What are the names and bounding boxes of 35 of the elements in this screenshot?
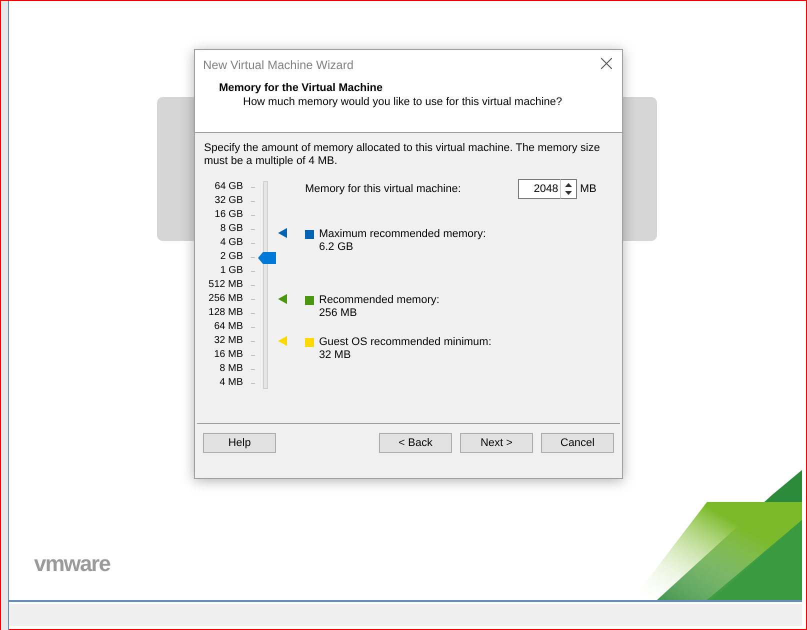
scale-label: 2 GB <box>219 251 243 263</box>
dialog-button[interactable]: Next > <box>460 433 533 453</box>
scale-label: 8 MB <box>218 363 243 375</box>
scale-label: 16 GB <box>214 209 243 221</box>
scale-label: 64 GB <box>214 181 243 193</box>
scale-label: 32 GB <box>214 195 243 207</box>
scale-label: 32 MB <box>213 335 243 347</box>
legend-value: 256 MB <box>319 306 358 320</box>
dialog-button[interactable]: < Back <box>379 433 452 453</box>
legend-value: 32 MB <box>319 349 352 362</box>
memory-label: Memory for this virtual machine: <box>305 182 461 197</box>
dialog-button[interactable]: Help <box>203 433 276 453</box>
close-icon[interactable] <box>601 58 612 69</box>
legend-label: Maximum recommended memory: <box>319 228 486 242</box>
scale-label: 1 GB <box>219 265 243 277</box>
scale-label: 16 MB <box>213 349 243 361</box>
scale-label: 128 MB <box>208 307 243 319</box>
unit-label: MB <box>580 182 598 197</box>
memory-field[interactable]: 2048 <box>518 179 560 199</box>
scale-label: 64 MB <box>213 321 243 333</box>
page-subheading: How much memory would you like to use for this virtual machine? <box>242 95 564 109</box>
description-text: Specify the amount of memory allocated to this virtual machine. The memory size must be a multiple of 4 MB. <box>203 141 601 168</box>
window-title: New Virtual Machine Wizard <box>202 57 354 72</box>
page-heading: Memory for the Virtual Machine <box>218 81 384 95</box>
legend-label: Guest OS recommended minimum: <box>319 336 492 350</box>
legend-value: 6.2 GB <box>319 241 354 254</box>
scale-label: 512 MB <box>208 279 243 291</box>
vmware-logo: vmware <box>34 553 110 575</box>
legend-label: Recommended memory: <box>319 294 440 307</box>
scale-label: 4 MB <box>218 377 243 389</box>
slider-thumb[interactable] <box>258 252 276 264</box>
dialog-button[interactable]: Cancel <box>541 433 614 453</box>
scale-label: 256 MB <box>208 293 243 305</box>
scale-label: 8 GB <box>219 223 243 235</box>
scale-label: 4 GB <box>219 237 243 249</box>
